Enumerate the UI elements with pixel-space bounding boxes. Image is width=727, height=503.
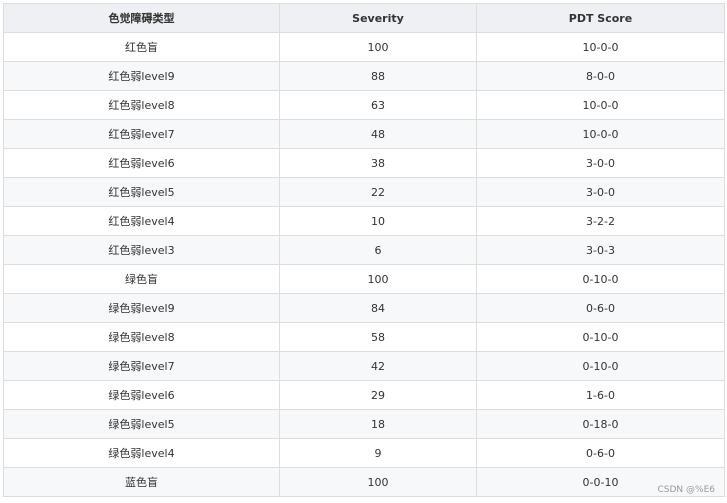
header-severity: Severity <box>279 3 477 33</box>
cell-type: 绿色盲 <box>3 264 280 294</box>
cell-pdt-score: 3-0-0 <box>476 148 725 178</box>
cell-type: 绿色弱level7 <box>3 351 280 381</box>
cell-severity: 42 <box>279 351 477 381</box>
cell-type: 红色弱level8 <box>3 90 280 120</box>
table-row: 绿色弱level7 42 0-10-0 <box>3 351 725 381</box>
cell-pdt-score: 3-0-3 <box>476 235 725 265</box>
table-row: 绿色弱level5 18 0-18-0 <box>3 409 725 439</box>
cell-type: 红色弱level4 <box>3 206 280 236</box>
cell-severity: 58 <box>279 322 477 352</box>
cell-type: 红色弱level6 <box>3 148 280 178</box>
table-row: 红色弱level9 88 8-0-0 <box>3 61 725 91</box>
cell-severity: 100 <box>279 264 477 294</box>
table-row: 红色弱level6 38 3-0-0 <box>3 148 725 178</box>
cell-type: 绿色弱level6 <box>3 380 280 410</box>
cell-pdt-score: 10-0-0 <box>476 32 725 62</box>
cell-severity: 10 <box>279 206 477 236</box>
cell-severity: 29 <box>279 380 477 410</box>
table-row: 绿色弱level9 84 0-6-0 <box>3 293 725 323</box>
table-header-row: 色觉障碍类型 Severity PDT Score <box>3 3 725 33</box>
cell-type: 蓝色盲 <box>3 467 280 497</box>
cell-type: 绿色弱level5 <box>3 409 280 439</box>
cell-severity: 100 <box>279 32 477 62</box>
table-row: 绿色弱level8 58 0-10-0 <box>3 322 725 352</box>
cell-pdt-score: 0-6-0 <box>476 293 725 323</box>
cell-type: 绿色弱level4 <box>3 438 280 468</box>
table-row: 红色弱level4 10 3-2-2 <box>3 206 725 236</box>
cell-pdt-score: 10-0-0 <box>476 90 725 120</box>
cell-type: 红色盲 <box>3 32 280 62</box>
cell-type: 红色弱level5 <box>3 177 280 207</box>
cell-severity: 63 <box>279 90 477 120</box>
table-row: 绿色弱level6 29 1-6-0 <box>3 380 725 410</box>
table-row: 蓝色盲 100 0-0-10 <box>3 467 725 497</box>
cell-severity: 84 <box>279 293 477 323</box>
table-row: 红色弱level8 63 10-0-0 <box>3 90 725 120</box>
cell-type: 红色弱level7 <box>3 119 280 149</box>
cell-pdt-score: 1-6-0 <box>476 380 725 410</box>
header-pdt-score: PDT Score <box>476 3 725 33</box>
cell-severity: 18 <box>279 409 477 439</box>
cell-pdt-score: 0-10-0 <box>476 322 725 352</box>
cell-severity: 48 <box>279 119 477 149</box>
cell-pdt-score: 0-10-0 <box>476 351 725 381</box>
cell-type: 绿色弱level8 <box>3 322 280 352</box>
cell-type: 红色弱level9 <box>3 61 280 91</box>
cell-type: 红色弱level3 <box>3 235 280 265</box>
cell-severity: 22 <box>279 177 477 207</box>
table-row: 红色盲 100 10-0-0 <box>3 32 725 62</box>
cell-severity: 9 <box>279 438 477 468</box>
cell-type: 绿色弱level9 <box>3 293 280 323</box>
cell-pdt-score: 0-6-0 <box>476 438 725 468</box>
watermark: CSDN @%E6 <box>657 485 716 495</box>
cell-pdt-score: 8-0-0 <box>476 61 725 91</box>
cell-severity: 6 <box>279 235 477 265</box>
cell-pdt-score: 3-2-2 <box>476 206 725 236</box>
cell-severity: 38 <box>279 148 477 178</box>
header-type: 色觉障碍类型 <box>3 3 280 33</box>
color-vision-table: 色觉障碍类型 Severity PDT Score 红色盲 100 10-0-0… <box>3 3 725 497</box>
cell-pdt-score: 10-0-0 <box>476 119 725 149</box>
cell-pdt-score: 0-10-0 <box>476 264 725 294</box>
table-row: 红色弱level3 6 3-0-3 <box>3 235 725 265</box>
table-row: 红色弱level7 48 10-0-0 <box>3 119 725 149</box>
table-row: 绿色盲 100 0-10-0 <box>3 264 725 294</box>
table-row: 绿色弱level4 9 0-6-0 <box>3 438 725 468</box>
cell-severity: 88 <box>279 61 477 91</box>
table-row: 红色弱level5 22 3-0-0 <box>3 177 725 207</box>
cell-severity: 100 <box>279 467 477 497</box>
cell-pdt-score: 3-0-0 <box>476 177 725 207</box>
cell-pdt-score: 0-18-0 <box>476 409 725 439</box>
